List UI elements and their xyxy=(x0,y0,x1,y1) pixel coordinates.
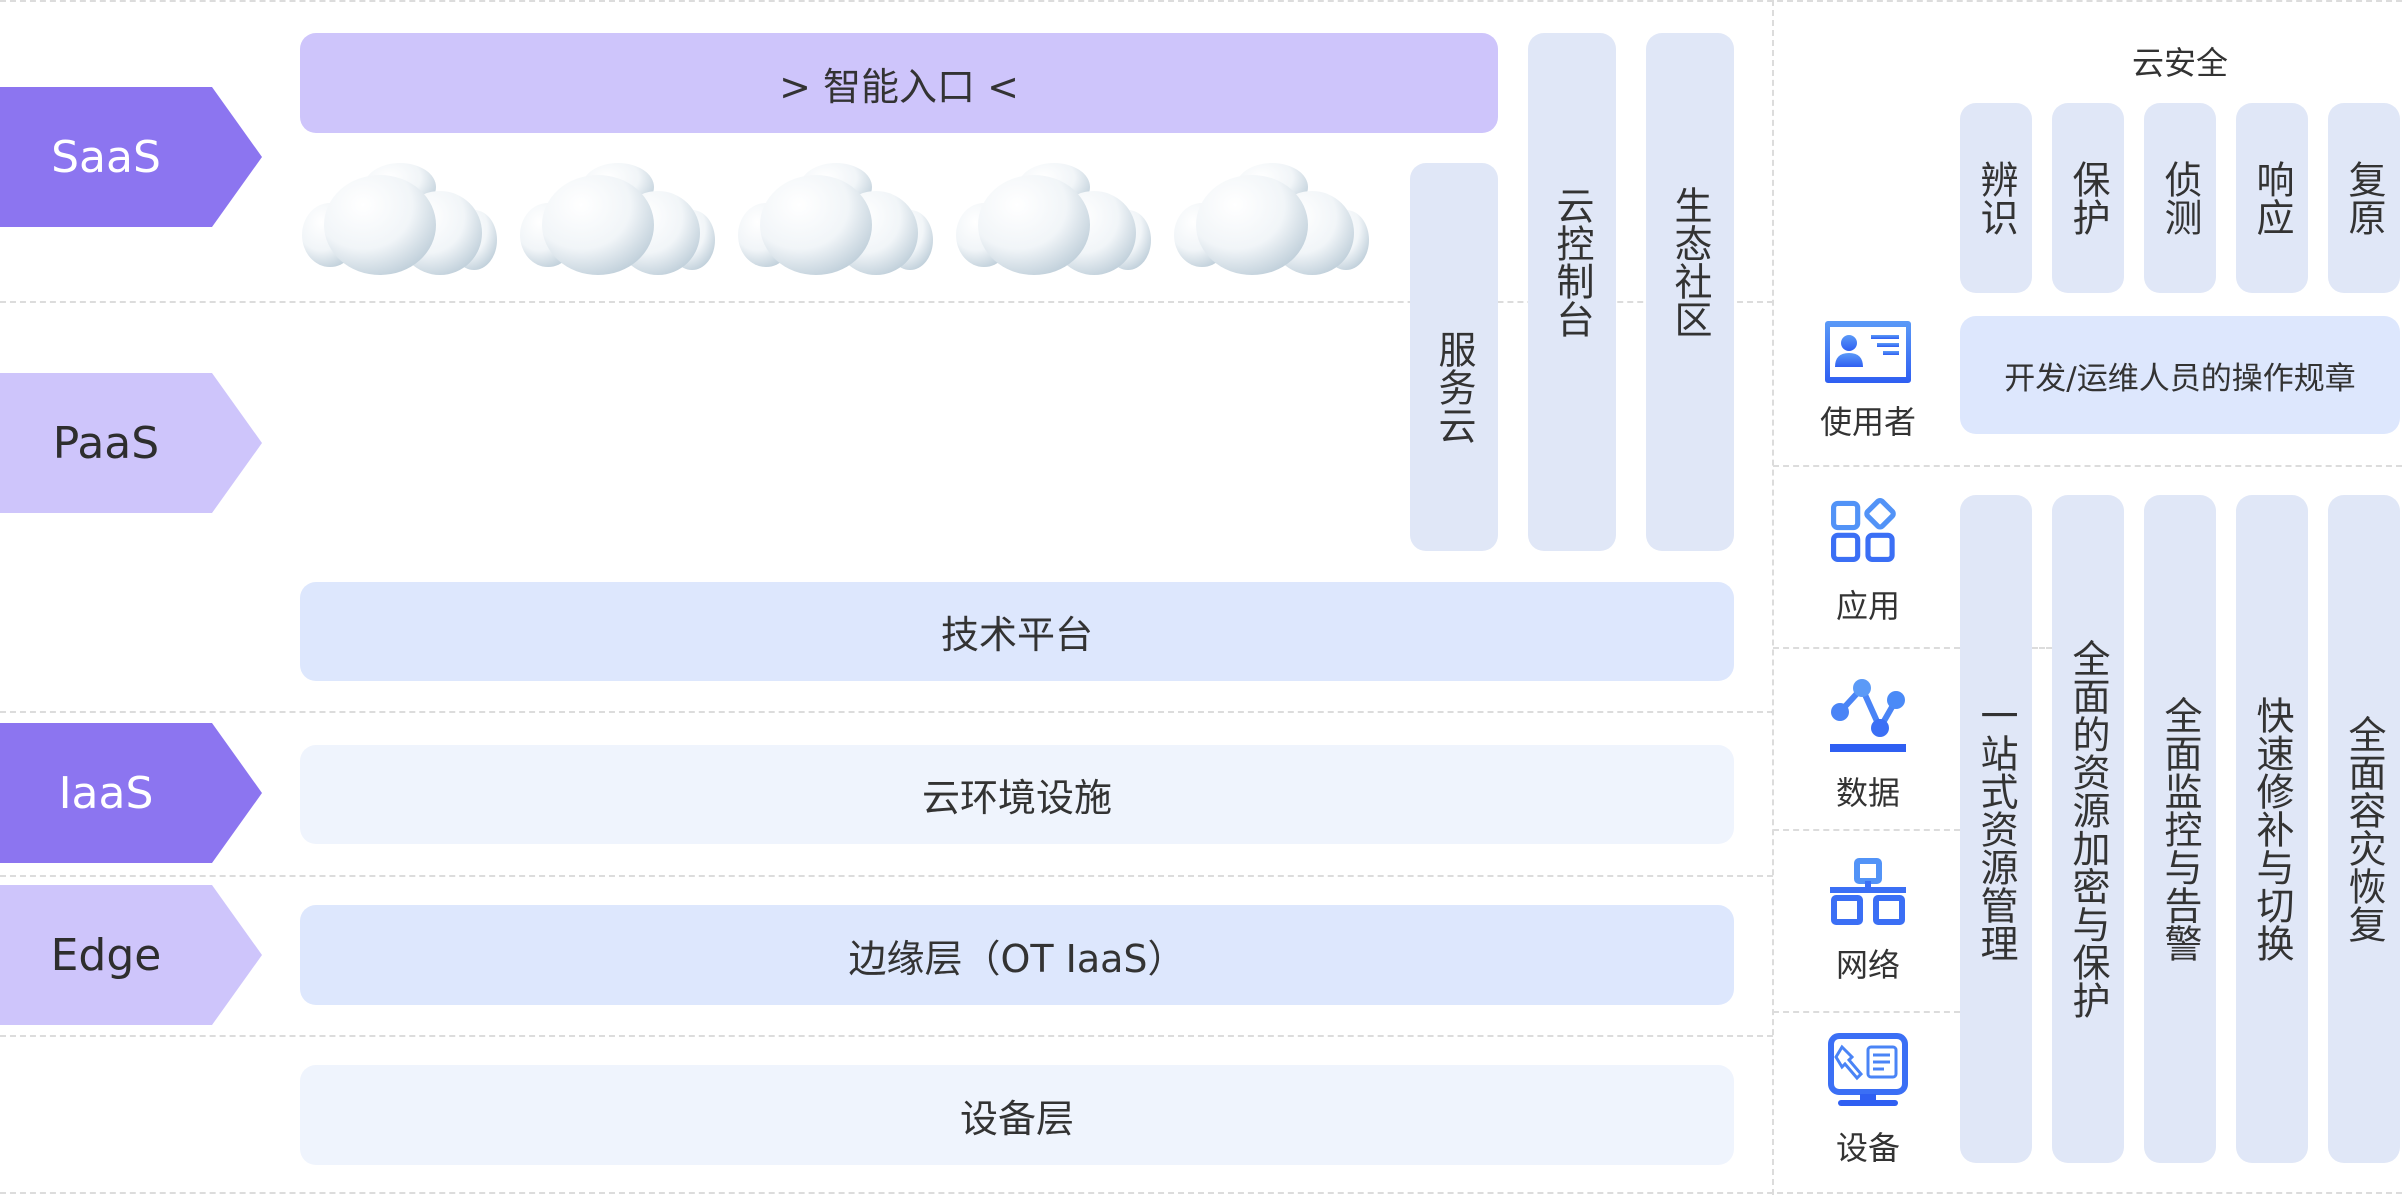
subject-network: 网络 xyxy=(1776,858,1960,986)
security-capability-column: 全面监控与告警 xyxy=(2144,495,2216,1163)
device-layer-label: 设备层 xyxy=(959,1096,1074,1141)
tech-platform-box: 技术平台 xyxy=(300,582,1734,681)
security-capability-column: 快速修补与切换 xyxy=(2236,495,2308,1163)
cloud-icon xyxy=(738,163,933,275)
security-capability-column: 一站式资源管理 xyxy=(1960,495,2032,1163)
subject-device: 设备 xyxy=(1776,1033,1960,1169)
cloud-icon xyxy=(520,163,715,275)
layer-tag-label: SaaS xyxy=(51,131,161,183)
security-phase-column: 响应 xyxy=(2236,103,2308,293)
divider-saas-paas xyxy=(0,301,1773,303)
divider-security-panel xyxy=(1772,0,1774,1195)
subject-label: 使用者 xyxy=(1819,403,1916,441)
user-card-icon xyxy=(1825,321,1911,383)
subject-label: 应用 xyxy=(1835,587,1900,625)
security-phase-label: 复原 xyxy=(2342,160,2386,236)
subject-label: 网络 xyxy=(1835,946,1900,984)
divider-security-app xyxy=(1773,647,1960,649)
divider-paas-iaas xyxy=(0,711,1773,713)
layer-tag-paas: PaaS xyxy=(0,373,262,513)
subject-label: 设备 xyxy=(1835,1129,1900,1167)
security-phase-label: 侦测 xyxy=(2158,160,2202,236)
divider-edge-device xyxy=(0,1035,1773,1037)
user-rules-label: 开发/运维人员的操作规章 xyxy=(2004,360,2356,397)
edge-layer-label: 边缘层（OT IaaS） xyxy=(848,936,1186,981)
layer-tag-saas: SaaS xyxy=(0,87,262,227)
cloud-icon xyxy=(302,163,497,275)
divider-bottom xyxy=(0,1192,2402,1194)
tech-platform-label: 技术平台 xyxy=(940,613,1093,657)
security-phase-column: 侦测 xyxy=(2144,103,2216,293)
security-capability-label: 全面的资源加密与保护 xyxy=(2066,639,2110,1019)
security-phase-label: 保护 xyxy=(2066,160,2110,236)
cloud-console-column: 云控制台 xyxy=(1528,33,1616,551)
cloud-icon xyxy=(956,163,1151,275)
security-phase-column: 复原 xyxy=(2328,103,2400,293)
cloud-infra-box: 云环境设施 xyxy=(300,745,1734,844)
layer-tag-label: IaaS xyxy=(58,767,154,819)
security-phase-label: 响应 xyxy=(2250,160,2294,236)
service-cloud-column: 服务云 xyxy=(1410,163,1498,551)
cloud-infra-label: 云环境设施 xyxy=(921,776,1112,820)
security-capability-label: 全面监控与告警 xyxy=(2158,696,2202,962)
security-capability-column: 全面的资源加密与保护 xyxy=(2052,495,2124,1163)
device-monitor-icon xyxy=(1828,1033,1908,1106)
subject-label: 数据 xyxy=(1835,774,1900,812)
security-capability-label: 一站式资源管理 xyxy=(1974,696,2018,962)
smart-entry-box: > 智能入口 < xyxy=(300,33,1498,133)
subject-app: 应用 xyxy=(1776,495,1960,627)
security-phase-column: 保护 xyxy=(2052,103,2124,293)
layer-tag-label: Edge xyxy=(50,929,162,981)
divider-security-network xyxy=(1773,1011,1960,1013)
layer-tag-iaas: IaaS xyxy=(0,723,262,863)
divider-security-app-r xyxy=(2032,647,2052,649)
security-capability-label: 全面容灾恢复 xyxy=(2342,715,2386,943)
ecosystem-label: 生态社区 xyxy=(1668,186,1712,338)
security-phase-column: 辨识 xyxy=(1960,103,2032,293)
edge-layer-box: 边缘层（OT IaaS） xyxy=(300,905,1734,1005)
security-capability-column: 全面容灾恢复 xyxy=(2328,495,2400,1163)
divider-security-data xyxy=(1773,829,1960,831)
apps-icon xyxy=(1831,498,1896,562)
layer-tag-label: PaaS xyxy=(52,417,160,469)
device-layer-box: 设备层 xyxy=(300,1065,1734,1165)
network-icon xyxy=(1830,858,1906,925)
security-phase-label: 辨识 xyxy=(1974,160,2018,236)
service-cloud-label: 服务云 xyxy=(1432,330,1476,444)
data-chart-icon xyxy=(1830,679,1906,752)
layer-tag-edge: Edge xyxy=(0,885,262,1025)
security-capability-label: 快速修补与切换 xyxy=(2250,696,2294,962)
cloud-icon xyxy=(1174,163,1369,275)
subject-data: 数据 xyxy=(1776,678,1960,814)
user-rules-box: 开发/运维人员的操作规章 xyxy=(1960,316,2400,434)
smart-entry-label: > 智能入口 < xyxy=(779,64,1019,109)
divider-iaas-edge xyxy=(0,875,1773,877)
divider-top xyxy=(0,0,2402,2)
subject-user: 使用者 xyxy=(1776,321,1960,443)
ecosystem-column: 生态社区 xyxy=(1646,33,1734,551)
security-title: 云安全 xyxy=(2131,44,2228,82)
divider-security-user xyxy=(1773,465,2402,467)
cloud-console-label: 云控制台 xyxy=(1550,186,1594,338)
